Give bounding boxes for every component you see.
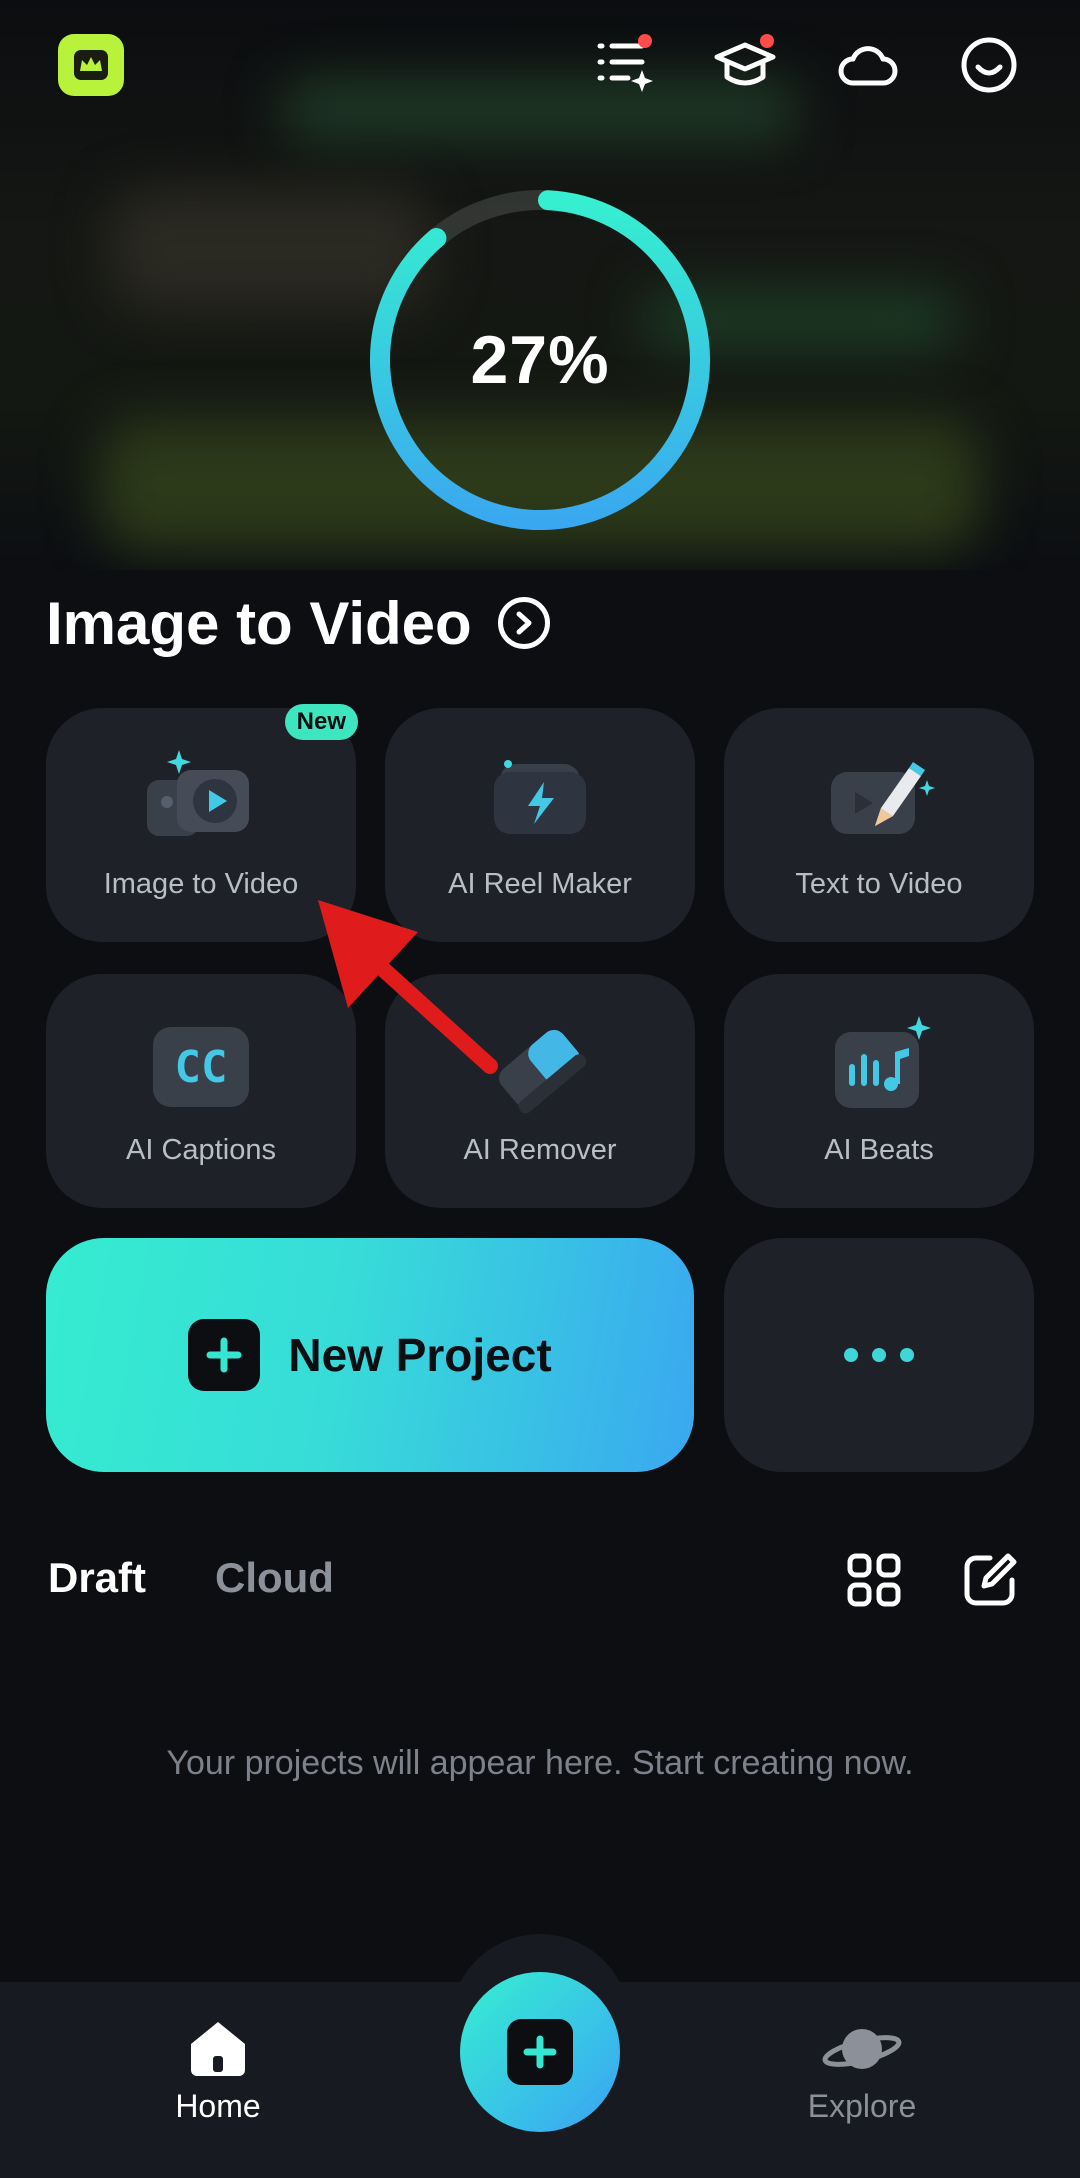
crown-icon (74, 50, 108, 80)
grid-view-icon[interactable] (846, 1552, 902, 1608)
nav-explore-label: Explore (807, 2088, 917, 2124)
more-dots-icon (844, 1348, 858, 1362)
graduation-cap-icon[interactable] (710, 30, 780, 100)
lightning-icon (494, 760, 586, 834)
tool-label: AI Captions (126, 1134, 276, 1166)
profile-icon[interactable] (954, 30, 1024, 100)
home-icon (191, 2022, 245, 2076)
tool-label: Text to Video (795, 868, 963, 900)
create-fab-button[interactable] (460, 1972, 620, 2132)
section-header[interactable]: Image to Video (46, 588, 550, 658)
tool-label: AI Beats (824, 1134, 934, 1166)
image-to-video-icon (147, 750, 249, 836)
captions-cc-icon: CC (141, 1012, 261, 1122)
tool-label: AI Remover (463, 1134, 617, 1166)
nav-explore[interactable]: Explore (762, 2020, 962, 2125)
nav-home[interactable]: Home (118, 2020, 318, 2125)
section-title: Image to Video (46, 589, 472, 657)
premium-button[interactable] (58, 34, 124, 96)
more-tools-button[interactable] (724, 1238, 1034, 1472)
plus-icon (507, 2019, 573, 2085)
pencil-video-icon (831, 762, 935, 834)
tab-draft[interactable]: Draft (48, 1554, 146, 1602)
tool-text-to-video[interactable]: Text to Video (724, 708, 1034, 942)
tab-cloud[interactable]: Cloud (215, 1554, 334, 1602)
planet-icon (822, 2029, 902, 2069)
chevron-right-icon[interactable] (497, 597, 550, 649)
new-badge: New (284, 704, 358, 740)
tool-ai-beats[interactable]: AI Beats (724, 974, 1034, 1208)
nav-home-label: Home (175, 2088, 261, 2124)
music-beats-icon (835, 1016, 931, 1108)
new-project-label: New Project (288, 1329, 552, 1381)
progress-percent: 27% (470, 322, 610, 398)
edit-icon[interactable] (962, 1552, 1018, 1608)
empty-state-message: Your projects will appear here. Start cr… (166, 1744, 914, 1782)
new-project-button[interactable]: New Project (46, 1238, 694, 1472)
plus-icon (188, 1319, 261, 1391)
pointer-arrow (318, 900, 498, 1074)
tasks-sparkle-icon[interactable] (590, 30, 660, 100)
cloud-icon[interactable] (832, 30, 902, 100)
